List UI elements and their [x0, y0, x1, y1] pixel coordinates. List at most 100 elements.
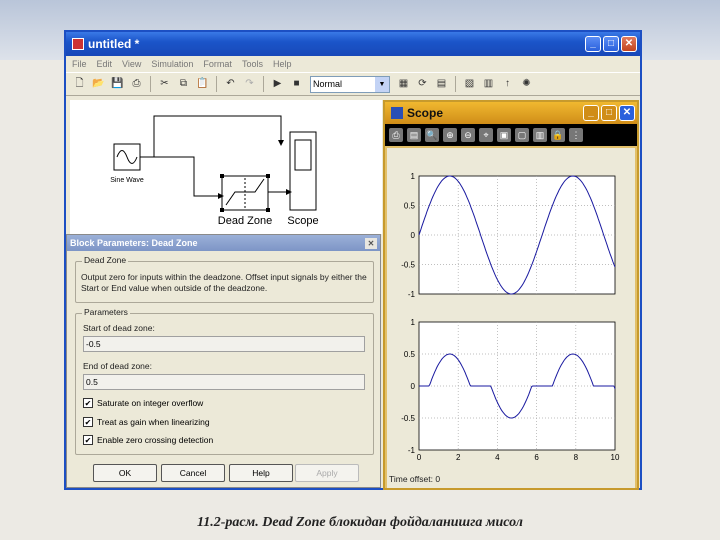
menu-view[interactable]: View	[122, 59, 141, 69]
zoom-x-icon[interactable]: ⊕	[443, 128, 457, 142]
signal-selector-icon[interactable]: ⋮	[569, 128, 583, 142]
arrowhead	[218, 193, 224, 199]
zoom-y-icon[interactable]: ⊖	[461, 128, 475, 142]
toolbar-separator	[150, 76, 151, 92]
close-button[interactable]: ✕	[621, 36, 637, 52]
stop-simulation-icon[interactable]: ■	[289, 77, 304, 91]
maximize-button[interactable]: □	[601, 105, 617, 121]
scope-label: Scope	[287, 215, 318, 227]
menu-edit[interactable]: Edit	[97, 59, 113, 69]
x-tick-label: 6	[534, 453, 539, 462]
model-canvas[interactable]: Sine Wave Dead Zone Scope	[70, 100, 382, 234]
x-tick-label: 4	[495, 453, 500, 462]
restore-axes-icon[interactable]: ▢	[515, 128, 529, 142]
debug-icon[interactable]: ✺	[519, 77, 534, 91]
selection-handle[interactable]	[266, 174, 270, 178]
plot-area	[418, 175, 616, 295]
x-tick-label: 8	[574, 453, 579, 462]
end-field[interactable]: 0.5	[83, 374, 365, 390]
cancel-button[interactable]: Cancel	[161, 464, 225, 482]
new-file-icon[interactable]: 🗋	[72, 77, 87, 91]
print-icon[interactable]: ⎙	[389, 128, 403, 142]
block-description: Output zero for inputs within the deadzo…	[81, 272, 367, 293]
selection-handle[interactable]	[220, 208, 224, 212]
menu-tools[interactable]: Tools	[242, 59, 263, 69]
scope-app-icon	[391, 107, 403, 119]
y-tick-label: -0.5	[401, 414, 415, 423]
minimize-button[interactable]: _	[583, 105, 599, 121]
help-button[interactable]: Help	[229, 464, 293, 482]
close-icon[interactable]: ✕	[365, 237, 377, 249]
scope-block[interactable]	[289, 131, 317, 211]
paste-icon[interactable]: 📋	[195, 77, 210, 91]
simulation-mode-select[interactable]: Normal ▼	[310, 75, 390, 93]
end-label: End of dead zone:	[83, 361, 153, 371]
arrowhead	[286, 189, 292, 195]
simulink-title-bar[interactable]: untitled * _ □ ✕	[66, 32, 640, 56]
checkbox-label: Saturate on integer overflow	[97, 398, 204, 408]
start-simulation-icon[interactable]: ▶	[270, 77, 285, 91]
save-icon[interactable]: 💾	[110, 77, 125, 91]
zero-crossing-checkbox[interactable]: ✔ Enable zero crossing detection	[83, 435, 213, 445]
checkbox-box[interactable]: ✔	[83, 435, 93, 445]
parameters-icon[interactable]: ▤	[407, 128, 421, 142]
simulation-mode-value: Normal	[313, 78, 343, 89]
toolbar-separator	[455, 76, 456, 92]
dead-zone-block[interactable]	[221, 175, 269, 211]
redo-icon[interactable]: ↷	[242, 77, 257, 91]
close-button[interactable]: ✕	[619, 105, 635, 121]
checkbox-label: Treat as gain when linearizing	[97, 417, 210, 427]
y-tick-label: -0.5	[401, 261, 415, 270]
checkbox-box[interactable]: ✔	[83, 417, 93, 427]
selection-handle[interactable]	[266, 208, 270, 212]
library-icon[interactable]: ▤	[434, 77, 449, 91]
dialog-title-bar[interactable]: Block Parameters: Dead Zone ✕	[67, 235, 380, 251]
up-arrow-icon[interactable]: ↑	[500, 77, 515, 91]
toolbar-separator	[263, 76, 264, 92]
floating-scope-icon[interactable]: ▥	[533, 128, 547, 142]
selection-handle[interactable]	[220, 174, 224, 178]
update-diagram-icon[interactable]: ⟳	[415, 77, 430, 91]
zoom-icon[interactable]: 🔍	[425, 128, 439, 142]
menu-format[interactable]: Format	[203, 59, 232, 69]
model-explorer-icon[interactable]: ▥	[481, 77, 496, 91]
menu-file[interactable]: File	[72, 59, 87, 69]
x-tick-label: 2	[456, 453, 461, 462]
build-icon[interactable]: ▦	[396, 77, 411, 91]
save-axes-icon[interactable]: ▣	[497, 128, 511, 142]
print-icon[interactable]: ⎙	[129, 77, 144, 91]
lock-icon[interactable]: 🔒	[551, 128, 565, 142]
toolbar-separator	[216, 76, 217, 92]
ok-button[interactable]: OK	[93, 464, 157, 482]
treat-as-gain-checkbox[interactable]: ✔ Treat as gain when linearizing	[83, 417, 210, 427]
menu-help[interactable]: Help	[273, 59, 292, 69]
menu-bar: File Edit View Simulation Format Tools H…	[66, 56, 640, 72]
block-parameters-dialog: Block Parameters: Dead Zone ✕ Dead Zone …	[66, 234, 381, 488]
time-offset: Time offset: 0	[389, 474, 440, 485]
library-browser-icon[interactable]: ▧	[462, 77, 477, 91]
cut-icon[interactable]: ✂	[157, 77, 172, 91]
scope-window: Scope _ □ ✕ ⎙ ▤ 🔍 ⊕ ⊖ ⌖ ▣ ▢ ▥ 🔒 ⋮ 1 0.5 0-…	[383, 100, 639, 490]
apply-button[interactable]: Apply	[295, 464, 359, 482]
scope-title: Scope	[407, 106, 444, 120]
sine-wave-label: Sine Wave	[110, 177, 144, 184]
checkbox-box[interactable]: ✔	[83, 398, 93, 408]
y-tick-label: 0.5	[404, 202, 416, 211]
open-folder-icon[interactable]: 📂	[91, 77, 106, 91]
y-tick-label: -1	[408, 290, 416, 299]
dialog-title: Block Parameters: Dead Zone	[70, 238, 198, 248]
time-offset-value: 0	[435, 474, 441, 484]
maximize-button[interactable]: □	[603, 36, 619, 52]
undo-icon[interactable]: ↶	[223, 77, 238, 91]
saturate-checkbox[interactable]: ✔ Saturate on integer overflow	[83, 398, 203, 408]
x-tick-label: 0	[417, 453, 422, 462]
menu-simulation[interactable]: Simulation	[151, 59, 193, 69]
copy-icon[interactable]: ⧉	[176, 77, 191, 91]
figure-caption: 11.2-расм. Dead Zone блокидан фойдаланиш…	[197, 515, 523, 530]
autoscale-icon[interactable]: ⌖	[479, 128, 493, 142]
scope-title-bar[interactable]: Scope _ □ ✕	[385, 102, 637, 124]
signal-line	[140, 115, 282, 158]
start-field[interactable]: -0.5	[83, 336, 365, 352]
minimize-button[interactable]: _	[585, 36, 601, 52]
chevron-down-icon: ▼	[375, 76, 389, 92]
